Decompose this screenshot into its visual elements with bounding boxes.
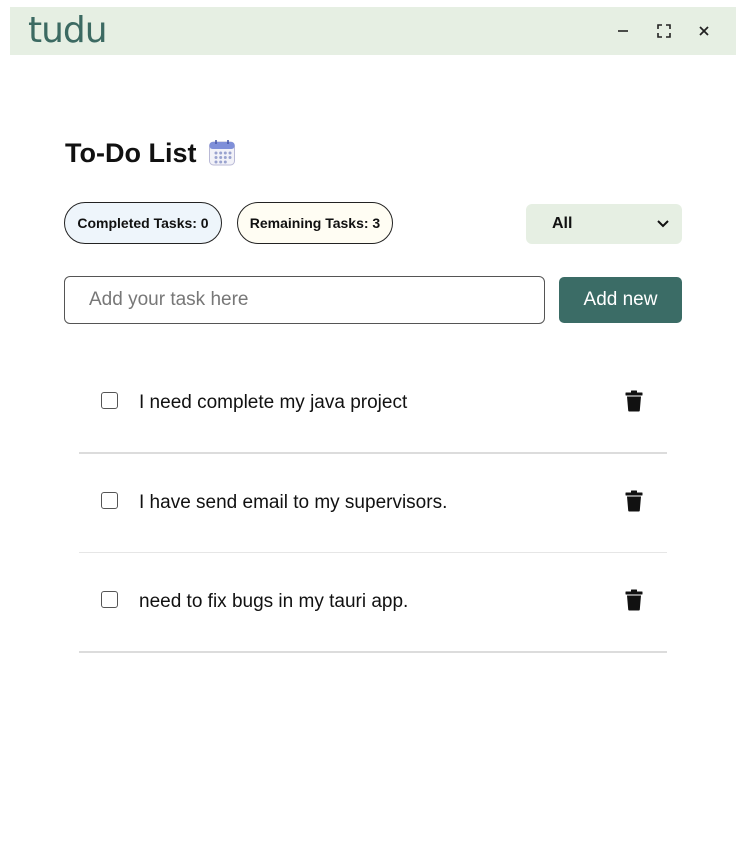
filter-select[interactable]: All bbox=[526, 204, 682, 244]
page-title-text: To-Do List bbox=[65, 138, 197, 168]
page-title: To-Do List bbox=[65, 136, 236, 170]
trash-icon[interactable] bbox=[625, 490, 643, 512]
task-item: I have send email to my supervisors. bbox=[79, 454, 667, 553]
chevron-down-icon bbox=[657, 220, 669, 228]
completed-count-badge: Completed Tasks: 0 bbox=[64, 202, 222, 244]
close-icon bbox=[699, 26, 709, 36]
trash-icon[interactable] bbox=[625, 589, 643, 611]
close-button[interactable] bbox=[694, 21, 714, 41]
task-text: I have send email to my supervisors. bbox=[139, 492, 448, 513]
task-checkbox[interactable] bbox=[101, 392, 118, 409]
task-item: I need complete my java project bbox=[79, 354, 667, 454]
title-bar: tudu bbox=[10, 7, 736, 55]
trash-icon[interactable] bbox=[625, 390, 643, 412]
minimize-icon bbox=[618, 30, 628, 32]
calendar-icon bbox=[209, 140, 236, 166]
maximize-icon bbox=[657, 24, 671, 38]
task-text: I need complete my java project bbox=[139, 392, 408, 413]
task-list: I need complete my java project I have s… bbox=[79, 354, 667, 653]
task-checkbox[interactable] bbox=[101, 492, 118, 509]
add-task-button[interactable]: Add new bbox=[559, 277, 682, 323]
task-checkbox[interactable] bbox=[101, 591, 118, 608]
task-text: need to fix bugs in my tauri app. bbox=[139, 591, 409, 612]
task-item: need to fix bugs in my tauri app. bbox=[79, 553, 667, 653]
remaining-count-badge: Remaining Tasks: 3 bbox=[237, 202, 393, 244]
maximize-button[interactable] bbox=[654, 21, 674, 41]
task-input[interactable] bbox=[64, 276, 545, 324]
minimize-button[interactable] bbox=[613, 21, 633, 41]
app-logo: tudu bbox=[28, 10, 108, 51]
filter-selected-value: All bbox=[552, 215, 573, 232]
